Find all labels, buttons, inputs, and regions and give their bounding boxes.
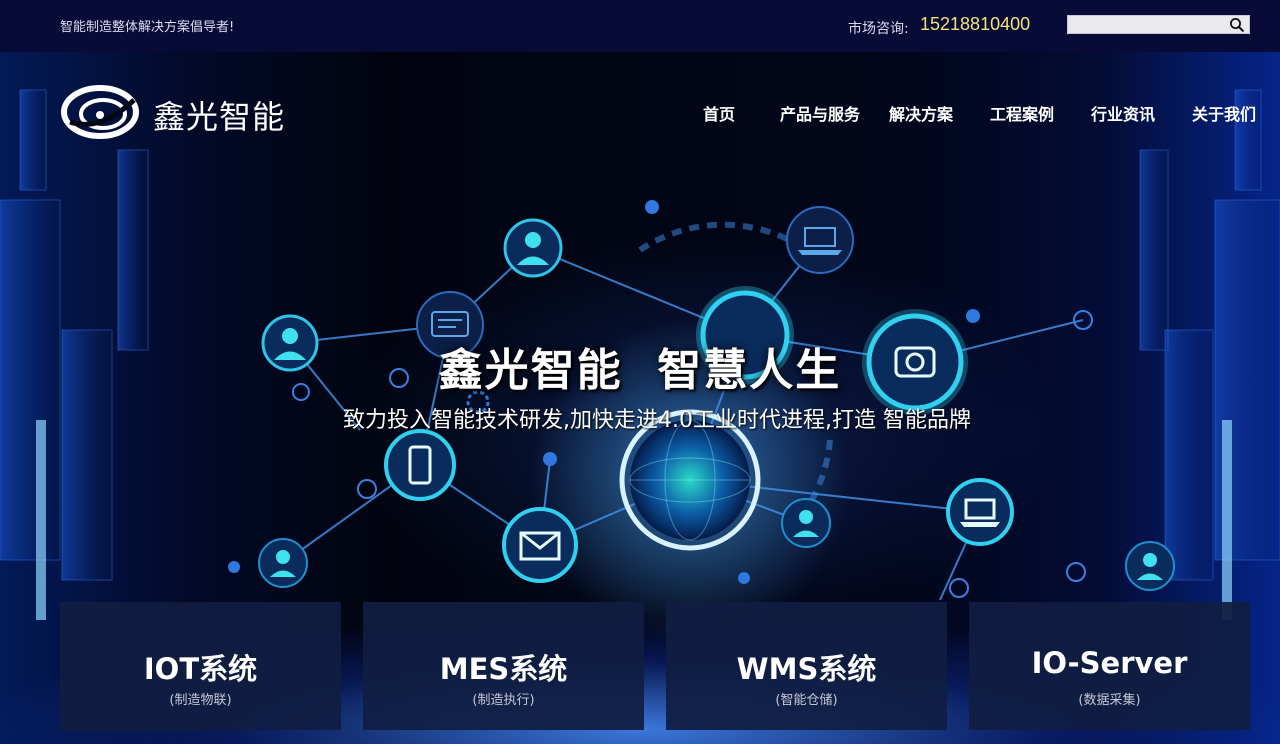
card-title: IOT系统 [143, 652, 258, 686]
card-subtitle: (数据采集) [1078, 693, 1141, 708]
nav-news[interactable]: 行业资讯 [1091, 101, 1155, 125]
search-input[interactable] [1068, 16, 1234, 33]
slogan: 智能制造整体解决方案倡导者! [60, 20, 235, 35]
hotline-label: 市场咨询: [848, 21, 909, 37]
search-icon[interactable] [1229, 17, 1245, 33]
card-title: WMS系统 [736, 652, 877, 686]
nav-home[interactable]: 首页 [703, 101, 735, 125]
nav-about[interactable]: 关于我们 [1192, 101, 1256, 125]
nav-products[interactable]: 产品与服务 [780, 101, 860, 125]
nav-cases[interactable]: 工程案例 [990, 101, 1054, 125]
card-io-server[interactable]: IO-Server (数据采集) [969, 602, 1250, 730]
card-subtitle: (智能仓储) [775, 693, 838, 708]
nav-solutions[interactable]: 解决方案 [889, 101, 953, 125]
hotline-number: 15218810400 [920, 14, 1031, 34]
card-subtitle: (制造物联) [169, 693, 232, 708]
card-subtitle: (制造执行) [472, 693, 535, 708]
card-title: MES系统 [439, 652, 568, 686]
card-wms[interactable]: WMS系统 (智能仓储) [666, 602, 947, 730]
top-bar: 智能制造整体解决方案倡导者! 市场咨询: 15218810400 [0, 0, 1280, 52]
hero-banner: 鑫光智能 首页 产品与服务 解决方案 工程案例 行业资讯 关于我们 鑫光智能 智… [0, 52, 1280, 744]
card-title: IO-Server [1031, 646, 1188, 680]
search-box [1067, 15, 1250, 34]
card-mes[interactable]: MES系统 (制造执行) [363, 602, 644, 730]
card-iot[interactable]: IOT系统 (制造物联) [60, 602, 341, 730]
hero-headline: 鑫光智能 智慧人生 [438, 345, 842, 396]
main-nav: 首页 产品与服务 解决方案 工程案例 行业资讯 关于我们 [0, 101, 1280, 125]
hero-subline: 致力投入智能技术研发,加快走进4.0工业时代进程,打造 智能品牌 [343, 408, 971, 433]
